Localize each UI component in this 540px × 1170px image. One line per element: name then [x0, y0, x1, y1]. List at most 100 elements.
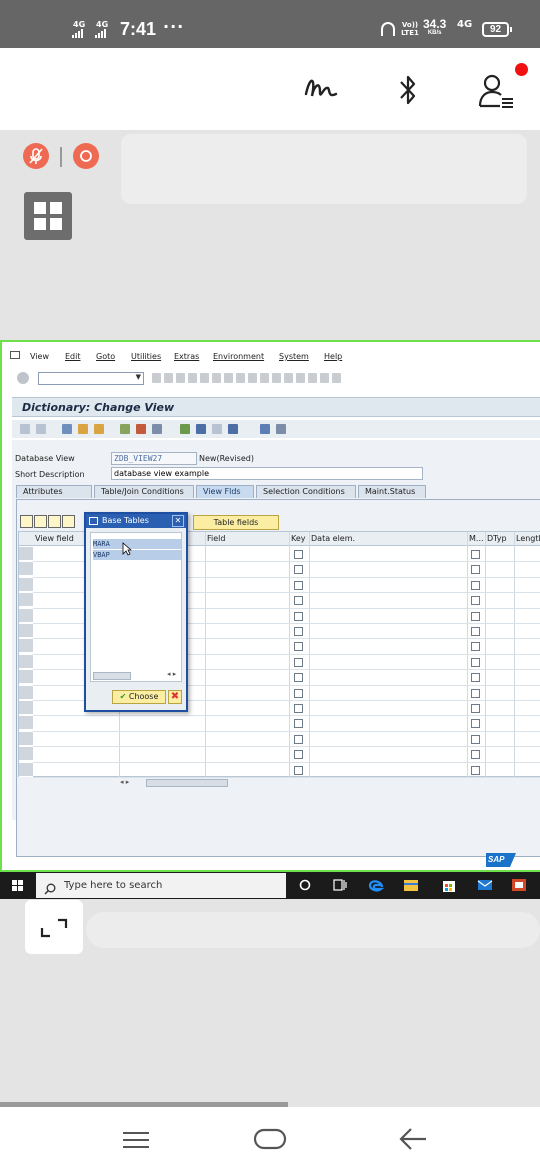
col-key[interactable]: Key	[291, 534, 306, 543]
back-arrow-icon[interactable]	[20, 424, 30, 434]
grid-view-icon[interactable]	[276, 424, 286, 434]
tab-table-join-conditions[interactable]: Table/Join Conditions	[94, 485, 194, 498]
key-checkbox[interactable]	[294, 704, 303, 713]
edge-icon[interactable]	[368, 877, 385, 893]
home-icon[interactable]	[253, 1128, 287, 1154]
row-selector[interactable]	[19, 608, 33, 623]
m-checkbox[interactable]	[471, 580, 480, 590]
store-icon[interactable]	[441, 877, 457, 893]
row-selector[interactable]	[19, 716, 33, 731]
row-selector[interactable]	[19, 577, 33, 592]
insert-row-icon[interactable]	[48, 515, 61, 528]
key-checkbox[interactable]	[294, 596, 303, 606]
col-m[interactable]: M...	[469, 534, 484, 543]
m-checkbox[interactable]	[471, 704, 480, 713]
enter-check-icon[interactable]	[17, 372, 29, 384]
save-icon[interactable]	[164, 373, 173, 383]
list-item[interactable]: VBAP	[93, 550, 181, 560]
short-description-field[interactable]: database view example	[111, 467, 423, 480]
hierarchy-icon[interactable]	[152, 424, 162, 434]
app-grid-icon[interactable]	[24, 192, 72, 240]
find-next-icon[interactable]	[236, 373, 245, 383]
menu-help[interactable]: Help	[324, 352, 342, 361]
task-view-icon[interactable]	[332, 877, 348, 893]
choose-button[interactable]: ✔ Choose	[112, 690, 166, 704]
help-icon[interactable]	[320, 373, 329, 383]
menu-utilities[interactable]: Utilities	[131, 352, 161, 361]
prev-page-icon[interactable]	[260, 373, 269, 383]
row-selector[interactable]	[19, 562, 33, 577]
col-field[interactable]: Field	[207, 534, 225, 543]
table-fields-button[interactable]: Table fields	[193, 515, 279, 530]
m-checkbox[interactable]	[471, 550, 480, 559]
taskbar-search[interactable]: Type here to search	[36, 873, 286, 898]
tab-selection-conditions[interactable]: Selection Conditions	[256, 485, 356, 498]
windows-start-icon[interactable]	[12, 880, 23, 891]
next-page-icon[interactable]	[272, 373, 281, 383]
row-selector[interactable]	[19, 654, 33, 669]
window-menu-icon[interactable]	[10, 351, 20, 359]
row-selector[interactable]	[19, 624, 33, 638]
exit-icon[interactable]	[188, 373, 197, 383]
back-nav-icon[interactable]	[152, 373, 161, 383]
office-icon[interactable]	[511, 877, 527, 893]
forward-arrow-icon[interactable]	[36, 424, 46, 434]
copy-icon[interactable]	[34, 515, 47, 528]
back-icon[interactable]	[398, 1127, 428, 1155]
tab-maint-status[interactable]: Maint.Status	[358, 485, 426, 498]
shortcut-icon[interactable]	[308, 373, 317, 383]
cancel-x-icon[interactable]: ✖	[168, 690, 182, 704]
m-checkbox[interactable]	[471, 765, 480, 775]
bluetooth-icon[interactable]	[396, 72, 420, 108]
col-view-field[interactable]: View field	[35, 534, 74, 543]
m-checkbox[interactable]	[471, 627, 480, 636]
tab-view-flds[interactable]: View Flds	[196, 485, 254, 498]
remote-desktop-view[interactable]: View Edit Goto Utilities Extras Environm…	[0, 340, 540, 872]
key-checkbox[interactable]	[294, 673, 303, 683]
database-view-field[interactable]: ZDB_VIEW27	[111, 452, 197, 465]
m-checkbox[interactable]	[471, 734, 480, 744]
menu-extras[interactable]: Extras	[174, 352, 199, 361]
m-checkbox[interactable]	[471, 642, 480, 652]
row-selector[interactable]	[19, 685, 33, 700]
list-item[interactable]: MARA	[93, 539, 181, 549]
sort-icon[interactable]	[196, 424, 206, 434]
key-checkbox[interactable]	[294, 580, 303, 590]
key-checkbox[interactable]	[294, 627, 303, 636]
m-checkbox[interactable]	[471, 657, 480, 667]
horizontal-scrollbar[interactable]: ◂ ▸	[120, 778, 260, 788]
delete-row-icon[interactable]	[62, 515, 75, 528]
relations-icon[interactable]	[260, 424, 270, 434]
menu-edit[interactable]: Edit	[65, 352, 81, 361]
m-checkbox[interactable]	[471, 565, 480, 575]
first-page-icon[interactable]	[248, 373, 257, 383]
cut-icon[interactable]	[20, 515, 33, 528]
mic-off-icon[interactable]	[23, 143, 49, 169]
list-scrollbar[interactable]: ◂ ▸	[91, 670, 181, 681]
row-selector[interactable]	[19, 762, 33, 777]
display-change-icon[interactable]	[62, 424, 72, 434]
command-field[interactable]	[38, 372, 144, 385]
key-checkbox[interactable]	[294, 565, 303, 575]
print-icon[interactable]	[212, 373, 221, 383]
close-icon[interactable]: ✕	[172, 515, 184, 527]
key-checkbox[interactable]	[294, 550, 303, 559]
tab-attributes[interactable]: Attributes	[16, 485, 92, 498]
m-checkbox[interactable]	[471, 673, 480, 683]
menu-system[interactable]: System	[279, 352, 309, 361]
row-selector[interactable]	[19, 639, 33, 654]
key-checkbox[interactable]	[294, 657, 303, 667]
new-session-icon[interactable]	[296, 373, 305, 383]
key-checkbox[interactable]	[294, 719, 303, 729]
text-input-bar[interactable]	[86, 912, 540, 948]
chat-panel[interactable]	[121, 134, 527, 204]
key-checkbox[interactable]	[294, 611, 303, 621]
row-selector[interactable]	[19, 731, 33, 746]
m-checkbox[interactable]	[471, 688, 480, 698]
m-checkbox[interactable]	[471, 750, 480, 760]
file-explorer-icon[interactable]	[403, 877, 419, 893]
menu-icon[interactable]	[121, 1130, 151, 1154]
col-dtyp[interactable]: DTyp	[487, 534, 507, 543]
key-checkbox[interactable]	[294, 688, 303, 698]
fullscreen-expand-icon[interactable]	[25, 900, 83, 954]
